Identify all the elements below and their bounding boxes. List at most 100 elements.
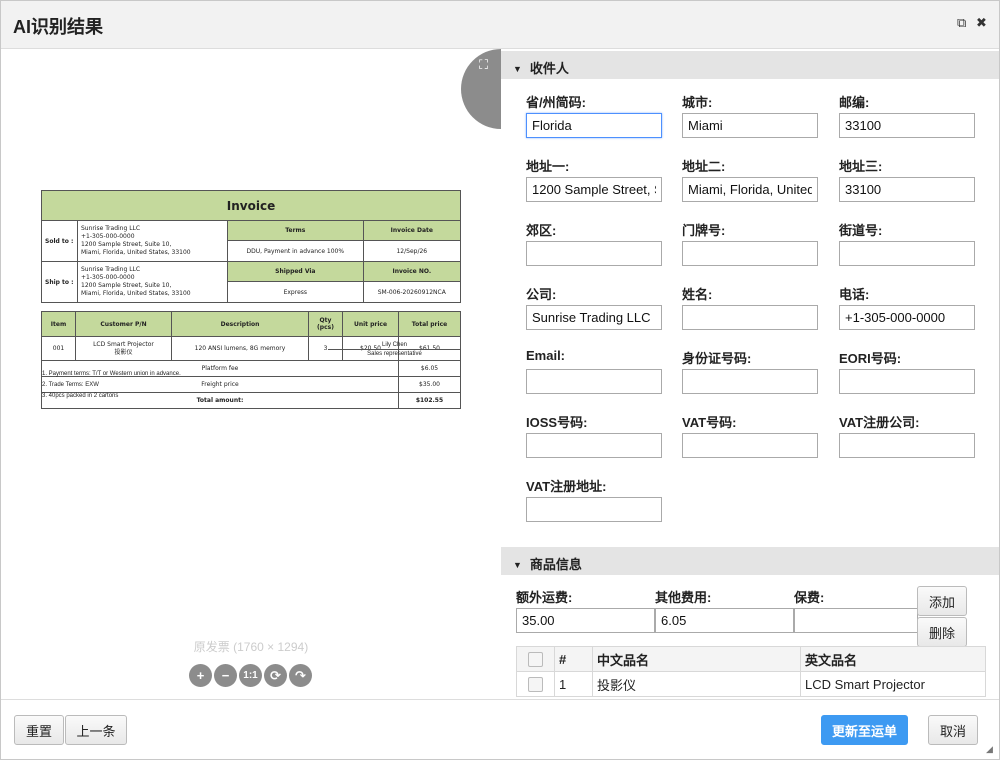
address1-input[interactable] (526, 177, 662, 202)
name-input[interactable] (682, 305, 818, 330)
recipient-section-header[interactable]: ▼ 收件人 (501, 51, 999, 79)
resize-grip-icon[interactable]: ◢ (986, 744, 993, 755)
vat-number-label: VAT号码: (682, 415, 737, 430)
dialog-title: AI识别结果 (13, 17, 103, 37)
dialog-footer: 重置 上一条 更新至运单 取消 ◢ (1, 699, 999, 759)
items-header-total: Total price (398, 311, 461, 337)
city-input[interactable] (682, 113, 818, 138)
terms-value: DDU, Payment in advance 100% (227, 240, 364, 262)
cancel-button[interactable]: 取消 (928, 715, 978, 745)
col-index: # (554, 646, 593, 672)
address3-input[interactable] (839, 177, 975, 202)
col-en-name: 英文品名 (800, 646, 986, 672)
zoom-in-icon[interactable]: + (189, 664, 212, 687)
table-row[interactable]: 1 投影仪 LCD Smart Projector (516, 671, 986, 697)
ai-result-dialog: AI识别结果 ⧉ ✖ ⛶ Invoice Sold to : Sunrise T… (0, 0, 1000, 760)
image-caption: 原发票 (1760 × 1294) (193, 640, 309, 654)
phone-input[interactable] (839, 305, 975, 330)
invoice-no-header: Invoice NO. (362, 261, 462, 282)
freight-value: $35.00 (398, 376, 461, 393)
add-button[interactable]: 添加 (917, 586, 967, 616)
phone-label: 电话: (839, 287, 870, 302)
invoice-viewer[interactable]: ⛶ Invoice Sold to : Sunrise Trading LLC … (1, 49, 501, 699)
id-number-label: 身份证号码: (682, 351, 752, 366)
extra-freight-label: 额外运费: (516, 590, 573, 605)
row-index: 1 (554, 671, 593, 697)
items-header-pn: Customer P/N (75, 311, 172, 337)
terms-header: Terms (227, 220, 364, 241)
collapse-arrow-icon: ▼ (513, 64, 522, 74)
vat-address-input[interactable] (526, 497, 662, 522)
address2-label: 地址二: (682, 159, 726, 174)
col-cn-name: 中文品名 (592, 646, 801, 672)
popout-icon[interactable]: ⧉ (957, 15, 966, 31)
ship-to-label: Ship to : (41, 261, 78, 303)
select-all-checkbox[interactable] (516, 646, 555, 672)
zip-input[interactable] (839, 113, 975, 138)
address3-label: 地址三: (839, 159, 883, 174)
state-label: 省/州简码: (526, 95, 586, 110)
dialog-titlebar: AI识别结果 ⧉ ✖ (1, 1, 999, 49)
previous-button[interactable]: 上一条 (65, 715, 127, 745)
vat-number-input[interactable] (682, 433, 818, 458)
vat-company-input[interactable] (839, 433, 975, 458)
other-fee-label: 其他费用: (655, 590, 712, 605)
insurance-input[interactable] (794, 608, 918, 633)
state-input[interactable] (526, 113, 662, 138)
company-input[interactable] (526, 305, 662, 330)
row-checkbox[interactable] (516, 671, 555, 697)
goods-section-header[interactable]: ▼ 商品信息 (501, 547, 999, 575)
ship-to-address: Sunrise Trading LLC +1-305-000-0000 1200… (77, 261, 228, 303)
goods-table: # 中文品名 英文品名 1 投影仪 LCD Smart Projector (516, 646, 986, 697)
goods-section-title: 商品信息 (529, 557, 582, 572)
platform-fee-value: $6.05 (398, 360, 461, 377)
goods-table-header: # 中文品名 英文品名 (516, 646, 986, 672)
extra-freight-input[interactable] (516, 608, 655, 633)
house-number-label: 门牌号: (682, 223, 726, 238)
close-icon[interactable]: ✖ (976, 15, 987, 31)
suburb-input[interactable] (526, 241, 662, 266)
sold-to-label: Sold to : (41, 220, 78, 262)
invoice-date-header: Invoice Date (362, 220, 462, 241)
email-input[interactable] (526, 369, 662, 394)
fullscreen-icon[interactable]: ⛶ (479, 57, 488, 73)
form-pane: ▼ 收件人 省/州简码: 城市: 邮编: 地址一: 地址二: 地址三: 郊区: 门… (501, 49, 999, 699)
total-value: $102.55 (398, 392, 461, 409)
address2-input[interactable] (682, 177, 818, 202)
signature-name: Lily Chen (381, 342, 407, 348)
house-number-input[interactable] (682, 241, 818, 266)
items-header-item: Item (41, 311, 76, 337)
sold-to-address: Sunrise Trading LLC +1-305-000-0000 1200… (77, 220, 228, 262)
row-cn-name[interactable]: 投影仪 (592, 671, 801, 697)
ioss-input[interactable] (526, 433, 662, 458)
email-label: Email: (526, 348, 566, 363)
delete-button[interactable]: 删除 (917, 617, 967, 647)
rotate-left-icon[interactable]: ⟳ (264, 664, 287, 687)
zoom-out-icon[interactable]: − (214, 664, 237, 687)
eori-input[interactable] (839, 369, 975, 394)
vat-company-label: VAT注册公司: (839, 415, 920, 430)
invoice-no-value: SM-006-20260912NCA (362, 281, 462, 303)
signature-title: Sales representative (328, 349, 461, 357)
actual-size-icon[interactable]: 1:1 (239, 664, 262, 687)
rotate-right-icon[interactable]: ↷ (289, 664, 312, 687)
zip-label: 邮编: (839, 95, 870, 110)
id-number-input[interactable] (682, 369, 818, 394)
other-fee-input[interactable] (655, 608, 794, 633)
vat-address-label: VAT注册地址: (526, 479, 607, 494)
city-label: 城市: (682, 95, 713, 110)
company-label: 公司: (526, 287, 557, 302)
street-number-input[interactable] (839, 241, 975, 266)
note-line: 1. Payment terms: T/T or Western union i… (42, 371, 181, 377)
update-waybill-button[interactable]: 更新至运单 (821, 715, 908, 745)
invoice-notes: 1. Payment terms: T/T or Western union i… (42, 369, 181, 402)
item-pn: LCD Smart Projector 投影仪 (75, 336, 172, 361)
items-header-unit: Unit price (342, 311, 399, 337)
signature: Lily Chen Sales representative (328, 342, 461, 357)
reset-button[interactable]: 重置 (14, 715, 64, 745)
row-en-name[interactable]: LCD Smart Projector (800, 671, 986, 697)
shipped-via-value: Express (227, 281, 364, 303)
insurance-label: 保费: (794, 590, 825, 605)
note-line: 2. Trade Terms: EXW (42, 382, 99, 388)
ioss-label: IOSS号码: (526, 415, 588, 430)
